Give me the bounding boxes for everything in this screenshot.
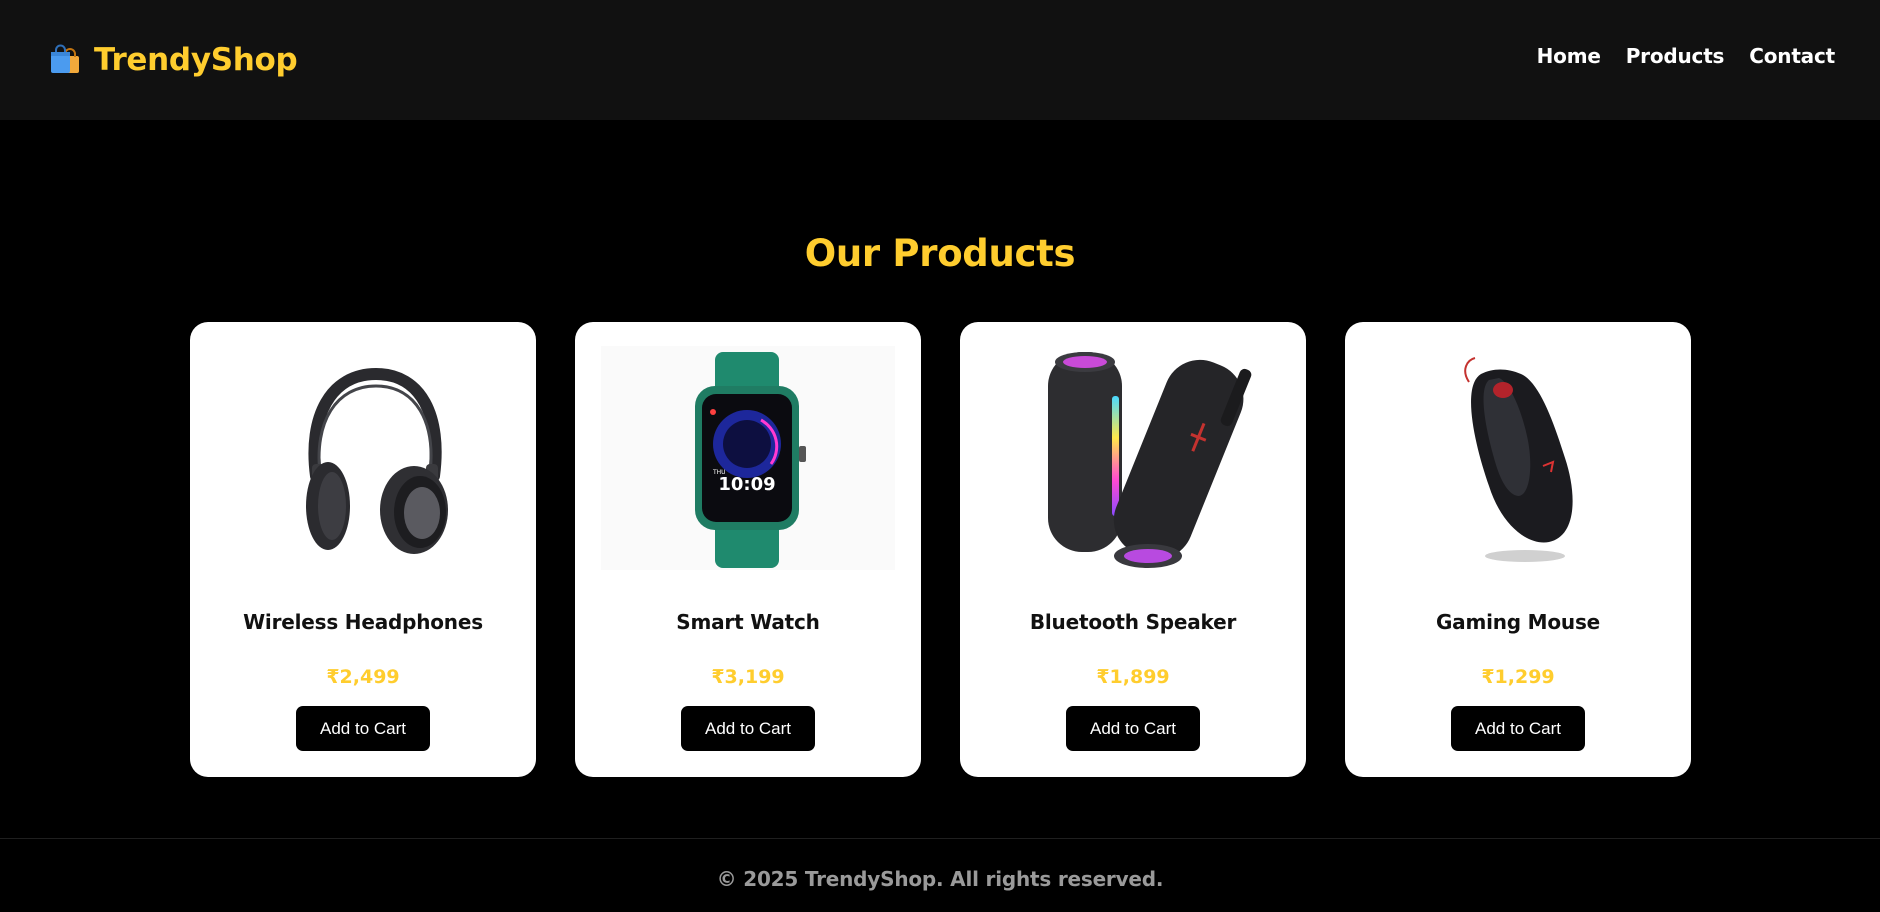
speakers-image xyxy=(986,346,1280,570)
site-header: TrendyShop Home Products Contact xyxy=(0,0,1880,120)
main-nav: Home Products Contact xyxy=(1537,44,1836,68)
copyright-text: © 2025 TrendyShop. All rights reserved. xyxy=(716,867,1164,891)
add-to-cart-button[interactable]: Add to Cart xyxy=(1066,706,1200,751)
nav-products[interactable]: Products xyxy=(1626,44,1725,68)
site-footer: © 2025 TrendyShop. All rights reserved. xyxy=(0,838,1880,912)
product-card: Wireless Headphones ₹2,499 Add to Cart xyxy=(190,322,536,777)
svg-text:THU: THU xyxy=(712,469,726,476)
product-card: Bluetooth Speaker ₹1,899 Add to Cart xyxy=(960,322,1306,777)
nav-contact[interactable]: Contact xyxy=(1749,44,1835,68)
product-price: ₹1,299 xyxy=(1481,666,1555,688)
mouse-image xyxy=(1371,346,1665,570)
product-name: Smart Watch xyxy=(676,610,820,634)
nav-home[interactable]: Home xyxy=(1537,44,1601,68)
brand-logo[interactable]: TrendyShop xyxy=(48,38,298,82)
page-title: Our Products xyxy=(804,232,1076,275)
brand-name: TrendyShop xyxy=(94,42,298,78)
product-price: ₹3,199 xyxy=(711,666,785,688)
add-to-cart-button[interactable]: Add to Cart xyxy=(296,706,430,751)
add-to-cart-button[interactable]: Add to Cart xyxy=(681,706,815,751)
product-name: Wireless Headphones xyxy=(243,610,483,634)
product-card: Gaming Mouse ₹1,299 Add to Cart xyxy=(1345,322,1691,777)
product-price: ₹2,499 xyxy=(326,666,400,688)
shopping-bags-icon xyxy=(51,44,79,73)
svg-text:10:09: 10:09 xyxy=(718,474,775,495)
product-card: 10:09 THU Smart Watch ₹3,199 Add to Cart xyxy=(575,322,921,777)
add-to-cart-button[interactable]: Add to Cart xyxy=(1451,706,1585,751)
headphones-image xyxy=(216,346,510,570)
smartwatch-image: 10:09 THU xyxy=(601,346,895,570)
product-grid: Wireless Headphones ₹2,499 Add to Cart 1… xyxy=(190,322,1691,777)
product-name: Gaming Mouse xyxy=(1435,610,1601,634)
product-price: ₹1,899 xyxy=(1096,666,1170,688)
product-name: Bluetooth Speaker xyxy=(1029,610,1237,634)
